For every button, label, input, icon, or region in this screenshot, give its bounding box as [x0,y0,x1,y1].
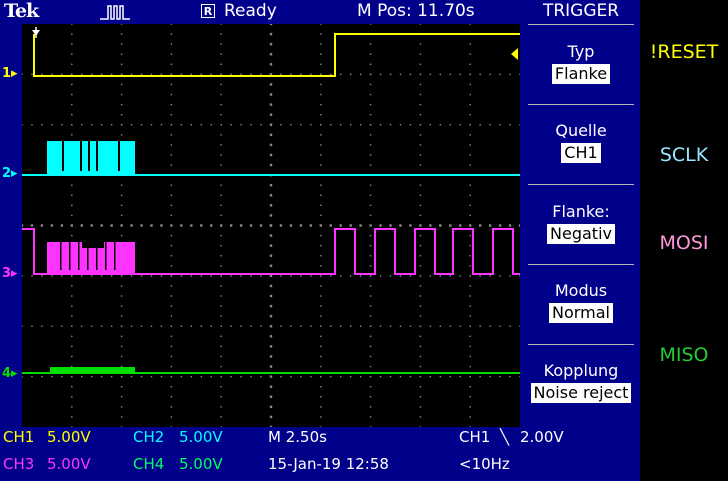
menu-value-kopplung: Noise reject [530,383,632,403]
menu-item-flanke[interactable]: Flanke: Negativ [522,202,640,244]
menu-title: TRIGGER [542,1,620,21]
date-time: 15-Jan-19 12:58 [268,455,389,473]
menu-item-quelle[interactable]: Quelle CH1 [522,121,640,163]
trigger-menu: Typ Flanke Quelle CH1 Flanke: Negativ Mo… [522,24,640,427]
menu-value-quelle: CH1 [561,143,601,163]
top-bar: Tek R Ready M Pos: 11.70s TRIGGER [0,0,640,24]
status-bar: CH1 5.00V CH2 5.00V M 2.50s CH1 ╲ 2.00V … [0,427,640,481]
ch1-label: CH1 [3,428,35,446]
ch3-marker[interactable]: 3▸ [2,266,18,281]
ch2-label: CH2 [133,428,165,446]
waveform-display [22,24,520,427]
ch4-marker[interactable]: 4▸ [2,366,18,381]
ch4-waveform [22,367,520,374]
run-state-icon: R [201,4,215,18]
ch1-scale[interactable]: 5.00V [47,428,91,446]
signal-label-reset: !RESET [649,41,719,63]
ch1-marker[interactable]: 1▸ [2,66,18,81]
ch2-scale[interactable]: 5.00V [179,428,223,446]
menu-divider [528,24,634,25]
acquisition-state: Ready [224,1,277,21]
horizontal-position: M Pos: 11.70s [357,1,475,21]
oscilloscope-screen: Tek R Ready M Pos: 11.70s TRIGGER 1▸ 2▸ … [0,0,640,481]
menu-value-modus: Normal [549,303,613,323]
ch1-waveform [33,33,520,77]
menu-value-flanke: Negativ [547,224,615,244]
menu-divider [528,104,634,105]
menu-value-typ: Flanke [551,64,611,84]
signal-label-mosi: MOSI [659,232,709,254]
timebase[interactable]: M 2.50s [268,428,327,446]
trigger-slope-icon: ╲ [500,428,510,446]
graticule [22,24,520,427]
trigger-frequency: <10Hz [459,455,510,473]
trigger-source: CH1 [459,428,491,446]
ch4-label: CH4 [133,455,165,473]
menu-divider [528,264,634,265]
trigger-level[interactable]: 2.00V [520,428,564,446]
ch3-label: CH3 [3,455,35,473]
menu-item-typ[interactable]: Typ Flanke [522,42,640,84]
trigger-level-icon [511,48,518,60]
ch2-waveform [22,141,520,176]
menu-item-kopplung[interactable]: Kopplung Noise reject [522,361,640,403]
menu-divider [528,184,634,185]
brand-logo: Tek [4,0,39,22]
menu-item-modus[interactable]: Modus Normal [522,281,640,323]
ch3-scale[interactable]: 5.00V [47,455,91,473]
menu-divider [528,344,634,345]
ch4-scale[interactable]: 5.00V [179,455,223,473]
signal-label-miso: MISO [659,344,709,366]
ch2-marker[interactable]: 2▸ [2,166,18,181]
signal-label-sclk: SCLK [659,144,709,166]
pulse-train-icon [100,5,130,20]
